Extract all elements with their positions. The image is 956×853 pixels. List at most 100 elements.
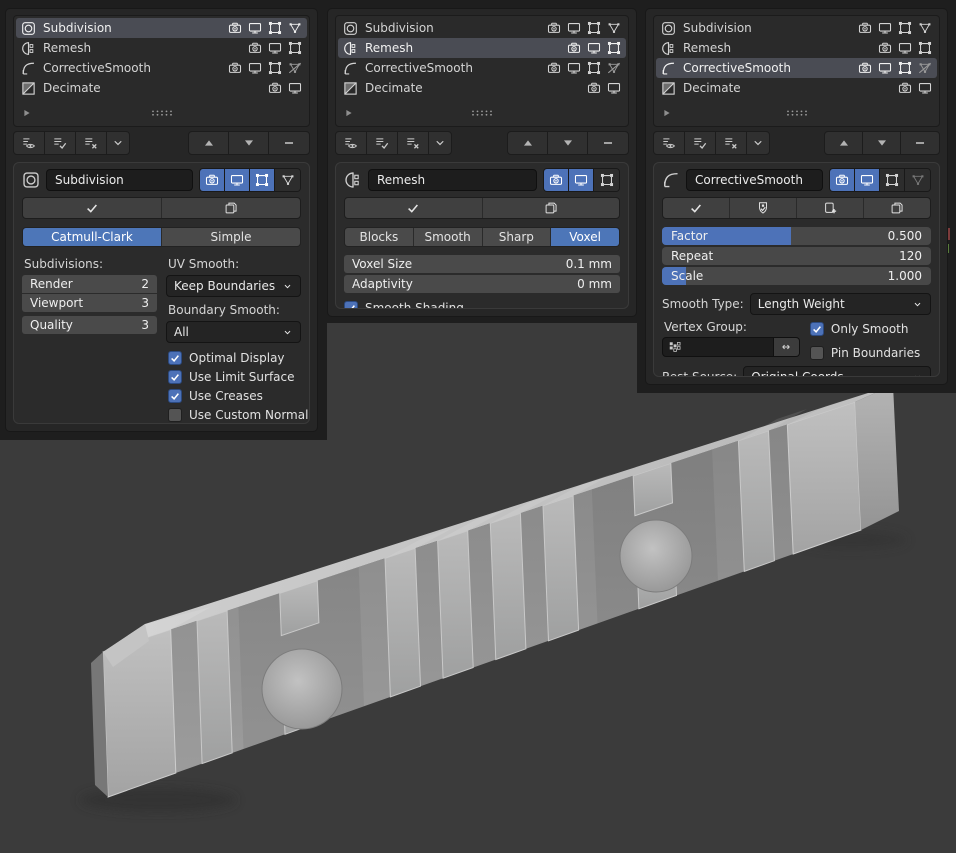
toggle-visibility-button[interactable] bbox=[654, 132, 685, 154]
boundary-smooth-dropdown[interactable]: All bbox=[166, 321, 301, 343]
viewport-levels-field[interactable]: Viewport 3 bbox=[22, 294, 157, 312]
monitor-icon[interactable] bbox=[288, 81, 302, 95]
camera-icon[interactable] bbox=[858, 61, 872, 75]
camera-icon[interactable] bbox=[547, 21, 561, 35]
camera-icon[interactable] bbox=[898, 81, 912, 95]
tab-smooth[interactable]: Smooth bbox=[413, 228, 483, 246]
tab-sharp[interactable]: Sharp bbox=[482, 228, 552, 246]
editmode-toggle[interactable] bbox=[594, 169, 619, 191]
realtime-toggle[interactable] bbox=[569, 169, 594, 191]
modifier-name-input[interactable] bbox=[368, 169, 537, 191]
render-toggle[interactable] bbox=[200, 169, 225, 191]
duplicate-button[interactable] bbox=[162, 198, 300, 218]
disable-all-button[interactable] bbox=[716, 132, 747, 154]
use-creases-checkbox[interactable] bbox=[168, 389, 182, 403]
duplicate-button[interactable] bbox=[483, 198, 620, 218]
toggle-visibility-button[interactable] bbox=[14, 132, 45, 154]
remove-modifier-button[interactable] bbox=[269, 132, 309, 154]
adaptivity-field[interactable]: Adaptivity 0 mm bbox=[344, 275, 620, 293]
camera-icon[interactable] bbox=[587, 81, 601, 95]
invert-vertex-group-button[interactable] bbox=[773, 337, 800, 357]
move-down-button[interactable] bbox=[229, 132, 269, 154]
resize-grip[interactable] bbox=[785, 109, 809, 117]
camera-icon[interactable] bbox=[878, 41, 892, 55]
modifier-row-subdivision[interactable]: Subdivision bbox=[338, 18, 626, 38]
editmode-icon[interactable] bbox=[587, 61, 601, 75]
modifier-row-correctivesmooth[interactable]: CorrectiveSmooth bbox=[338, 58, 626, 78]
camera-icon[interactable] bbox=[547, 61, 561, 75]
repeat-slider[interactable]: Repeat 120 bbox=[662, 247, 931, 265]
voxel-size-field[interactable]: Voxel Size 0.1 mm bbox=[344, 255, 620, 273]
editmode-icon[interactable] bbox=[587, 21, 601, 35]
modifier-row-subdivision[interactable]: Subdivision bbox=[656, 18, 937, 38]
move-up-button[interactable] bbox=[508, 132, 548, 154]
oncage-toggle[interactable] bbox=[905, 169, 930, 191]
camera-icon[interactable] bbox=[228, 61, 242, 75]
editmode-icon[interactable] bbox=[918, 41, 932, 55]
camera-icon[interactable] bbox=[567, 41, 581, 55]
modifier-row-decimate[interactable]: Decimate bbox=[338, 78, 626, 98]
tab-simple[interactable]: Simple bbox=[162, 228, 300, 246]
apply-as-shapekey-button[interactable] bbox=[730, 198, 797, 218]
oncage-off-icon[interactable] bbox=[288, 61, 302, 75]
move-up-button[interactable] bbox=[825, 132, 863, 154]
camera-icon[interactable] bbox=[268, 81, 282, 95]
apply-button[interactable] bbox=[345, 198, 483, 218]
factor-slider[interactable]: Factor 0.500 bbox=[662, 227, 931, 245]
more-menu-button[interactable] bbox=[107, 132, 129, 154]
disable-all-button[interactable] bbox=[76, 132, 107, 154]
use-custom-normals-checkbox[interactable] bbox=[168, 408, 182, 422]
remove-modifier-button[interactable] bbox=[588, 132, 628, 154]
monitor-icon[interactable] bbox=[878, 21, 892, 35]
editmode-icon[interactable] bbox=[898, 61, 912, 75]
modifier-name-input[interactable] bbox=[686, 169, 823, 191]
move-up-button[interactable] bbox=[189, 132, 229, 154]
modifier-row-decimate[interactable]: Decimate bbox=[16, 78, 307, 98]
oncage-off-icon[interactable] bbox=[918, 61, 932, 75]
modifier-row-subdivision[interactable]: Subdivision bbox=[16, 18, 307, 38]
realtime-toggle[interactable] bbox=[855, 169, 880, 191]
disclosure-arrow-icon[interactable] bbox=[20, 106, 34, 120]
smooth-shading-checkbox[interactable] bbox=[344, 301, 358, 308]
disable-all-button[interactable] bbox=[398, 132, 429, 154]
uv-smooth-dropdown[interactable]: Keep Boundaries bbox=[166, 275, 301, 297]
oncage-icon[interactable] bbox=[918, 21, 932, 35]
disclosure-arrow-icon[interactable] bbox=[342, 106, 356, 120]
scale-slider[interactable]: Scale 1.000 bbox=[662, 267, 931, 285]
enable-all-button[interactable] bbox=[685, 132, 716, 154]
oncage-off-icon[interactable] bbox=[607, 61, 621, 75]
apply-button[interactable] bbox=[23, 198, 162, 218]
monitor-icon[interactable] bbox=[567, 61, 581, 75]
move-down-button[interactable] bbox=[863, 132, 901, 154]
monitor-icon[interactable] bbox=[898, 41, 912, 55]
render-toggle[interactable] bbox=[544, 169, 569, 191]
monitor-icon[interactable] bbox=[248, 21, 262, 35]
editmode-icon[interactable] bbox=[607, 41, 621, 55]
camera-icon[interactable] bbox=[228, 21, 242, 35]
camera-icon[interactable] bbox=[248, 41, 262, 55]
apply-button[interactable] bbox=[663, 198, 730, 218]
modifier-row-remesh[interactable]: Remesh bbox=[338, 38, 626, 58]
quality-field[interactable]: Quality 3 bbox=[22, 316, 157, 334]
monitor-icon[interactable] bbox=[268, 41, 282, 55]
tab-catmull-clark[interactable]: Catmull-Clark bbox=[23, 228, 162, 246]
only-smooth-checkbox[interactable] bbox=[809, 322, 824, 336]
editmode-toggle[interactable] bbox=[250, 169, 275, 191]
render-levels-field[interactable]: Render 2 bbox=[22, 275, 157, 293]
move-down-button[interactable] bbox=[548, 132, 588, 154]
vertex-group-input[interactable] bbox=[662, 337, 774, 357]
modifier-row-correctivesmooth[interactable]: CorrectiveSmooth bbox=[656, 58, 937, 78]
render-toggle[interactable] bbox=[830, 169, 855, 191]
editmode-icon[interactable] bbox=[898, 21, 912, 35]
more-menu-button[interactable] bbox=[747, 132, 769, 154]
modifier-row-remesh[interactable]: Remesh bbox=[656, 38, 937, 58]
editmode-toggle[interactable] bbox=[880, 169, 905, 191]
enable-all-button[interactable] bbox=[367, 132, 398, 154]
enable-all-button[interactable] bbox=[45, 132, 76, 154]
save-as-shapekey-button[interactable] bbox=[797, 198, 864, 218]
editmode-icon[interactable] bbox=[288, 41, 302, 55]
oncage-icon[interactable] bbox=[288, 21, 302, 35]
camera-icon[interactable] bbox=[858, 21, 872, 35]
modifier-name-input[interactable] bbox=[46, 169, 193, 191]
more-menu-button[interactable] bbox=[429, 132, 451, 154]
